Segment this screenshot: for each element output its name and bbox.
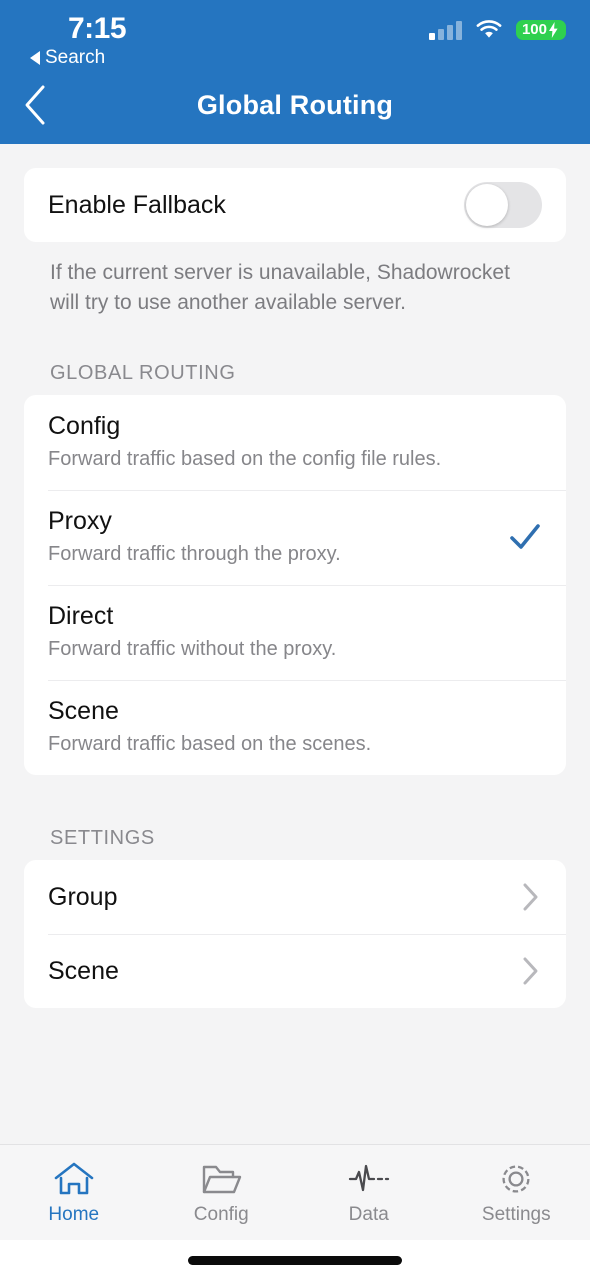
- routing-option-direct[interactable]: Direct Forward traffic without the proxy…: [24, 585, 566, 680]
- settings-card: Group Scene: [24, 860, 566, 1008]
- settings-header: SETTINGS: [50, 827, 155, 849]
- chevron-right-icon: [523, 957, 538, 985]
- navigation-block: 7:15 Search 100 Global Routing: [0, 0, 590, 144]
- routing-option-title: Scene: [48, 697, 119, 725]
- battery-badge: 100: [515, 20, 566, 40]
- spacer-routing: [24, 318, 566, 362]
- routing-option-scene[interactable]: Scene Forward traffic based on the scene…: [24, 680, 566, 775]
- routing-option-text: Scene Forward traffic based on the scene…: [48, 694, 542, 759]
- app-screen: 7:15 Search 100 Global Routing Enable Fa…: [0, 0, 590, 1280]
- page-title: Global Routing: [196, 89, 394, 120]
- routing-option-subtitle: Forward traffic through the proxy.: [48, 543, 341, 565]
- fallback-card: Enable Fallback: [24, 168, 566, 242]
- enable-fallback-label: Enable Fallback: [48, 190, 226, 219]
- wifi-icon: [476, 20, 502, 38]
- spacer-settings: [24, 775, 566, 827]
- folder-icon: [200, 1159, 242, 1199]
- tab-config-label: Config: [193, 1204, 249, 1225]
- routing-option-text: Proxy Forward traffic through the proxy.: [48, 504, 508, 569]
- home-indicator[interactable]: [188, 1255, 402, 1265]
- back-button[interactable]: [22, 85, 56, 125]
- toggle-knob: [466, 184, 508, 226]
- enable-fallback-toggle[interactable]: [464, 182, 542, 228]
- tab-home[interactable]: Home: [0, 1159, 148, 1226]
- tab-data-label: Data: [348, 1204, 389, 1225]
- routing-option-title: Proxy: [48, 507, 112, 535]
- settings-item-label: Scene: [48, 956, 119, 985]
- tab-settings-label: Settings: [481, 1204, 551, 1225]
- tab-data[interactable]: Data: [295, 1159, 443, 1226]
- routing-option-subtitle: Forward traffic without the proxy.: [48, 638, 337, 660]
- global-routing-header: GLOBAL ROUTING: [50, 362, 236, 384]
- content-area: Enable Fallback If the current server is…: [0, 144, 590, 1144]
- title-bar: Global Routing: [0, 66, 590, 144]
- chevron-left-icon: [25, 85, 45, 125]
- routing-option-text: Direct Forward traffic without the proxy…: [48, 599, 542, 664]
- status-bar-right: 100: [428, 14, 566, 40]
- fallback-description: If the current server is unavailable, Sh…: [50, 261, 510, 314]
- checkmark-icon: [510, 523, 540, 549]
- routing-option-subtitle: Forward traffic based on the config file…: [48, 448, 442, 470]
- settings-item-scene[interactable]: Scene: [24, 934, 566, 1008]
- waveform-icon: [347, 1159, 391, 1199]
- status-bar-left: 7:15 Search: [24, 12, 127, 70]
- routing-option-title: Config: [48, 412, 121, 440]
- routing-option-subtitle: Forward traffic based on the scenes.: [48, 733, 372, 755]
- chevron-right-icon: [523, 883, 538, 911]
- settings-item-group[interactable]: Group: [24, 860, 566, 934]
- spacer-top: [24, 144, 566, 168]
- tab-bar: Home Config Data Settings: [0, 1144, 590, 1240]
- gear-icon: [495, 1159, 537, 1199]
- lightning-bolt-icon: [549, 22, 558, 38]
- house-icon: [53, 1159, 95, 1199]
- routing-option-text: Config Forward traffic based on the conf…: [48, 409, 542, 474]
- tab-home-label: Home: [48, 1204, 100, 1225]
- tab-config[interactable]: Config: [148, 1159, 296, 1226]
- routing-option-proxy[interactable]: Proxy Forward traffic through the proxy.: [24, 490, 566, 585]
- enable-fallback-row[interactable]: Enable Fallback: [24, 168, 566, 242]
- routing-option-config[interactable]: Config Forward traffic based on the conf…: [24, 395, 566, 490]
- battery-level-label: 100: [521, 21, 547, 38]
- global-routing-card: Config Forward traffic based on the conf…: [24, 395, 566, 775]
- triangle-left-icon: [30, 51, 40, 65]
- home-indicator-area: [0, 1240, 590, 1280]
- cellular-signal-icon: [428, 20, 462, 40]
- status-bar-clock: 7:15: [68, 12, 127, 45]
- tab-settings[interactable]: Settings: [443, 1159, 590, 1226]
- routing-option-title: Direct: [48, 602, 114, 630]
- status-bar: 7:15 Search 100: [0, 14, 590, 68]
- settings-item-label: Group: [48, 882, 118, 911]
